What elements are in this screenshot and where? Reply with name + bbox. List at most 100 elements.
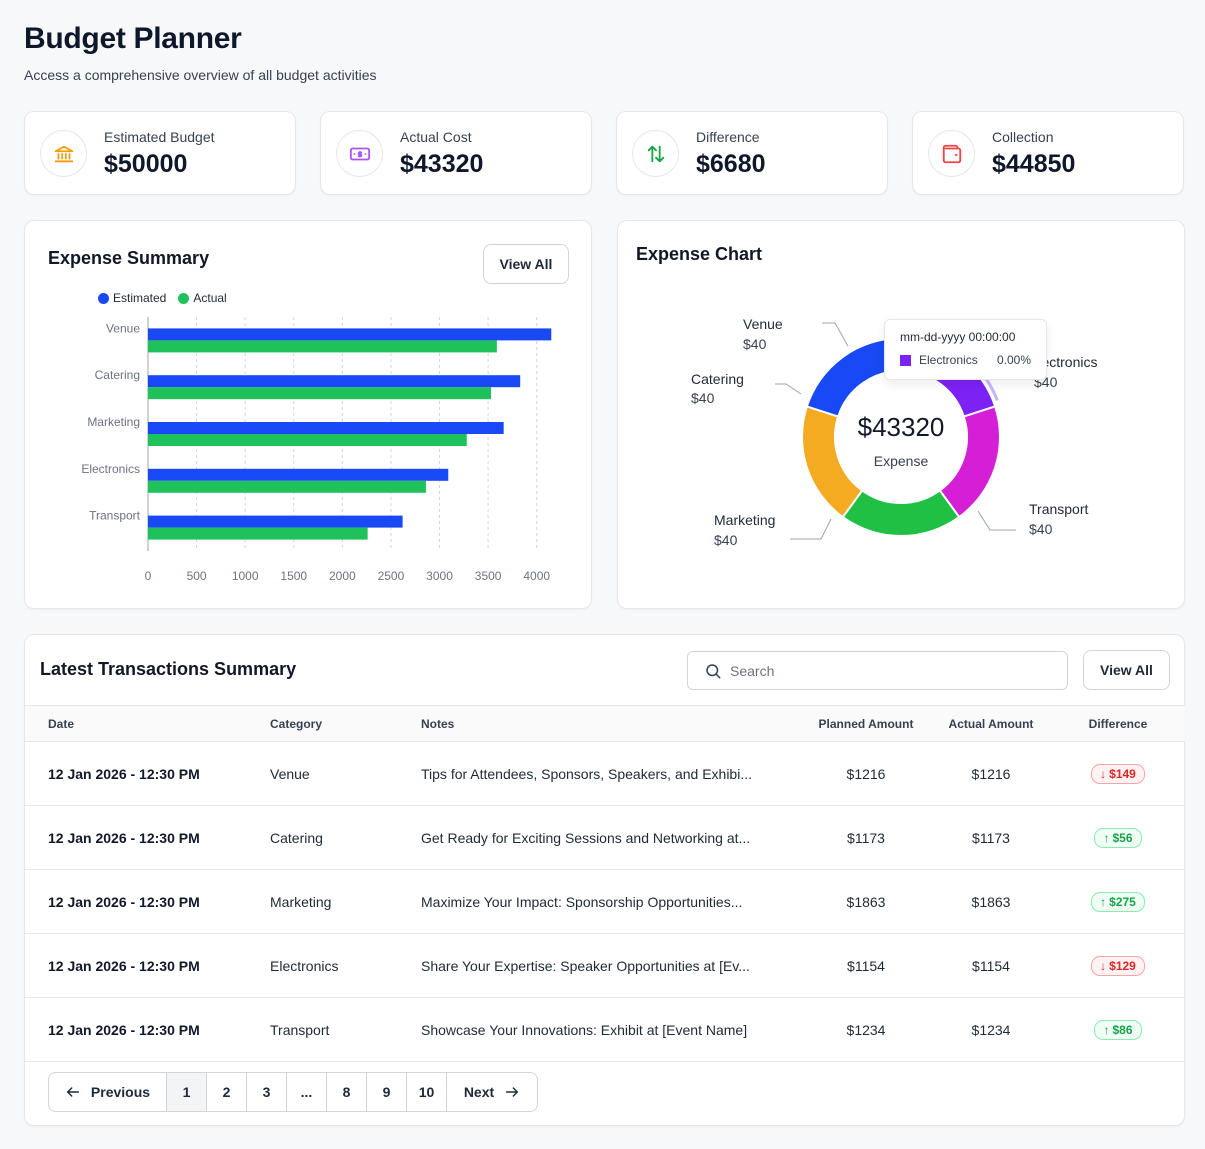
previous-label: Previous [90, 1084, 151, 1100]
difference-badge: ↑ $275 [1091, 891, 1145, 912]
cell-actual: $1173 [972, 829, 1010, 846]
x-tick-label: 500 [187, 569, 207, 583]
previous-page-button[interactable]: Previous [49, 1073, 167, 1111]
column-header-date[interactable]: Date [25, 706, 270, 742]
cell-notes: Share Your Expertise: Speaker Opportunit… [421, 957, 750, 974]
transactions-card: Latest Transactions Summary View All Dat… [24, 634, 1185, 1126]
slice-label-name: Marketing [714, 512, 775, 528]
stat-card-actual-cost: Actual Cost $43320 [320, 111, 592, 195]
stat-card-collection: Collection $44850 [912, 111, 1184, 195]
view-all-transactions-button[interactable]: View All [1083, 650, 1170, 690]
wallet-icon [928, 130, 975, 177]
stat-label: Difference [696, 129, 760, 145]
arrow-down-icon: ↓ [1100, 766, 1107, 781]
page-button-1[interactable]: 1 [167, 1073, 207, 1111]
x-tick-label: 2500 [378, 569, 405, 583]
cell-actual: $1234 [971, 1021, 1011, 1038]
cell-notes: Tips for Attendees, Sponsors, Speakers, … [421, 765, 752, 782]
column-header-difference[interactable]: Difference [1051, 706, 1185, 742]
x-tick-label: 1500 [280, 569, 307, 583]
column-header-planned[interactable]: Planned Amount [801, 706, 931, 742]
cell-actual: $1216 [971, 765, 1011, 782]
expense-chart-card: Expense Chart $43320 Expense Venue $40 Cater… [617, 220, 1185, 609]
arrow-down-icon: ↓ [1100, 958, 1107, 973]
cell-category: Electronics [270, 957, 339, 974]
table-row[interactable]: 12 Jan 2026 - 12:30 PM Catering Get Read… [25, 806, 1185, 870]
bar-actual [148, 434, 467, 446]
x-tick-label: 1000 [232, 569, 259, 583]
table-row[interactable]: 12 Jan 2026 - 12:30 PM Electronics Share… [25, 934, 1185, 998]
donut-slice-catering [801, 405, 864, 519]
y-tick-label: Electronics [81, 462, 140, 476]
page-button-2[interactable]: 2 [207, 1073, 247, 1111]
bar-estimated [148, 422, 504, 434]
cell-date: 12 Jan 2026 - 12:30 PM [48, 1021, 200, 1038]
cash-icon [336, 130, 383, 177]
cell-planned: $1216 [846, 765, 886, 782]
cell-category: Marketing [270, 893, 332, 910]
search-box[interactable] [687, 651, 1068, 690]
page-button-9[interactable]: 9 [367, 1073, 407, 1111]
cell-difference: ↑ $275 [1051, 870, 1185, 934]
cell-planned: $1863 [846, 893, 886, 910]
cell-difference: ↓ $149 [1051, 742, 1185, 806]
x-tick-label: 3500 [475, 569, 502, 583]
column-header-notes[interactable]: Notes [421, 706, 801, 742]
y-tick-label: Catering [95, 368, 140, 382]
page-button-10[interactable]: 10 [407, 1073, 447, 1111]
cell-difference: ↑ $56 [1051, 806, 1185, 870]
stat-value: $50000 [104, 150, 188, 178]
table-row[interactable]: 12 Jan 2026 - 12:30 PM Venue Tips for At… [25, 742, 1185, 806]
column-header-actual[interactable]: Actual Amount [931, 706, 1051, 742]
cell-planned: $1234 [846, 1021, 886, 1038]
cell-difference: ↓ $129 [1051, 934, 1185, 998]
x-tick-label: 2000 [329, 569, 356, 583]
arrow-up-icon: ↑ [1103, 830, 1110, 845]
cell-notes: Get Ready for Exciting Sessions and Netw… [421, 829, 751, 846]
table-row[interactable]: 12 Jan 2026 - 12:30 PM Transport Showcas… [25, 998, 1185, 1062]
stat-label: Collection [992, 129, 1054, 145]
difference-value: $56 [1112, 830, 1133, 845]
label-leader-line [822, 322, 849, 347]
y-tick-label: Marketing [87, 415, 140, 429]
slice-label-value: $40 [743, 336, 767, 352]
difference-value: $275 [1109, 894, 1136, 909]
slice-label-name: Catering [691, 371, 744, 387]
bar-actual [148, 480, 426, 493]
page-title: Budget Planner [24, 22, 242, 55]
label-leader-line [790, 518, 832, 540]
y-tick-label: Transport [89, 509, 141, 523]
bar-actual [148, 527, 368, 540]
transactions-table: Date Category Notes Planned Amount Actua… [25, 705, 1185, 1062]
slice-label-name: Transport [1029, 501, 1089, 517]
difference-badge: ↓ $149 [1091, 763, 1145, 784]
label-leader-line [775, 383, 802, 395]
tooltip-value: 0.00% [996, 353, 1031, 367]
difference-badge: ↑ $56 [1094, 827, 1142, 848]
page-ellipsis: ... [287, 1073, 327, 1111]
donut-center-value: $43320 [858, 412, 945, 442]
slice-label-value: $40 [714, 532, 738, 548]
next-label: Next [463, 1084, 495, 1100]
slice-label-value: $40 [1029, 521, 1053, 537]
bank-icon [40, 130, 87, 177]
slice-label-name: Venue [743, 316, 783, 332]
arrow-up-icon: ↑ [1103, 1022, 1110, 1037]
stat-value: $44850 [992, 150, 1076, 178]
page-subtitle: Access a comprehensive overview of all b… [24, 67, 377, 83]
bar-actual [148, 340, 497, 353]
expense-donut-chart: $43320 Expense Venue $40 Catering $40 Marketin… [691, 316, 1097, 548]
search-input[interactable] [730, 662, 1050, 679]
stat-label: Estimated Budget [104, 129, 215, 145]
page-button-8[interactable]: 8 [327, 1073, 367, 1111]
next-page-button[interactable]: Next [447, 1073, 537, 1111]
stat-value: $43320 [400, 150, 484, 178]
chart-tooltip: mm-dd-yyyy 00:00:00 Electronics 0.00% [884, 319, 1047, 380]
column-header-category[interactable]: Category [270, 706, 421, 742]
cell-actual: $1863 [971, 893, 1011, 910]
cell-date: 12 Jan 2026 - 12:30 PM [48, 829, 200, 846]
page-button-3[interactable]: 3 [247, 1073, 287, 1111]
difference-badge: ↑ $86 [1094, 1019, 1142, 1040]
difference-value: $149 [1109, 766, 1136, 781]
table-row[interactable]: 12 Jan 2026 - 12:30 PM Marketing Maximiz… [25, 870, 1185, 934]
